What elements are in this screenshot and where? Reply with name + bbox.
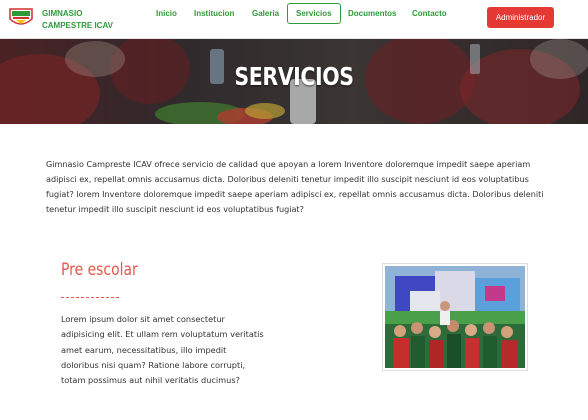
nav-institucion[interactable]: Institucion (194, 9, 234, 23)
brand-line-1: GIMNASIO (42, 9, 83, 18)
hero-title: SERVICIOS (234, 62, 354, 91)
nav-documentos[interactable]: Documentos (348, 9, 396, 23)
service-photo (382, 263, 528, 371)
brand-name[interactable]: GIMNASIO CAMPESTRE ICAV (42, 8, 142, 32)
service-description: Lorem ipsum dolor sit amet consectetur a… (61, 314, 264, 386)
school-crest-icon[interactable] (7, 5, 35, 29)
brand-line-2: CAMPESTRE ICAV (42, 21, 113, 30)
top-navbar: GIMNASIO CAMPESTRE ICAV Inicio Instituci… (0, 0, 588, 39)
nav-inicio[interactable]: Inicio (156, 9, 177, 23)
preschool-group-photo (385, 266, 525, 368)
service-title: Pre escolar (61, 260, 138, 280)
nav-contacto[interactable]: Contacto (412, 9, 447, 23)
admin-button[interactable]: Administrador (487, 7, 554, 28)
nav-galeria[interactable]: Galeria (252, 9, 279, 23)
hero-banner: SERVICIOS (0, 39, 588, 124)
service-divider (61, 297, 119, 298)
nav-servicios[interactable]: Servicios (287, 3, 341, 24)
intro-paragraph: Gimnasio Campreste ICAV ofrece servicio … (46, 159, 544, 215)
